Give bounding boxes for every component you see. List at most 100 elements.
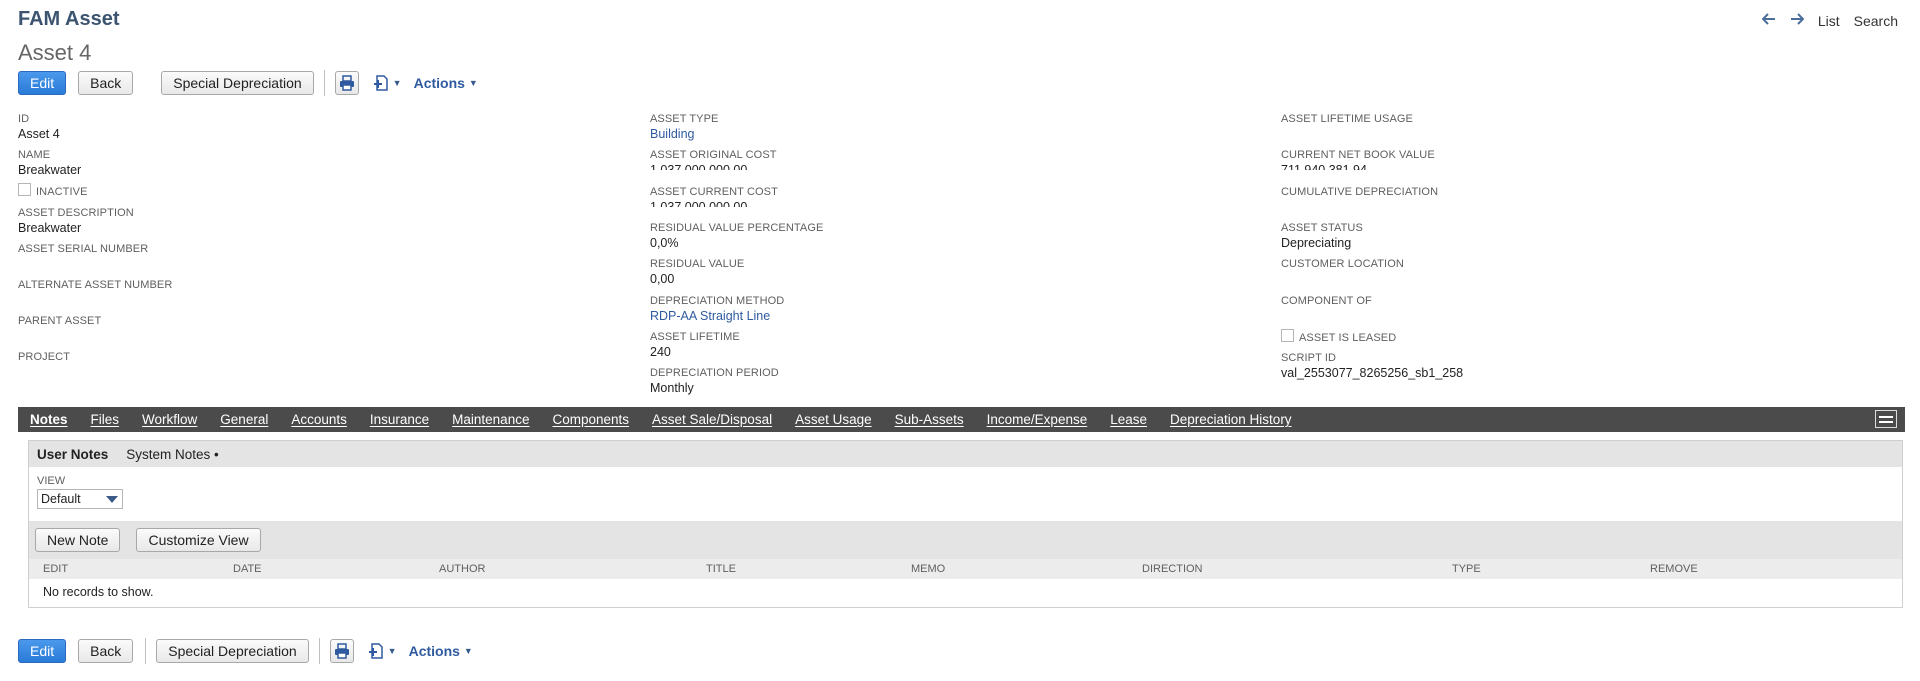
column-header-memo[interactable]: MEMO [911,563,945,575]
column-header-author[interactable]: AUTHOR [439,563,485,575]
divider [323,70,325,96]
new-record-menu[interactable]: ▼ [368,642,397,660]
field-alternate-asset-number: ALTERNATE ASSET NUMBER [18,278,172,292]
print-button[interactable] [329,639,354,663]
tab-sub-assets[interactable]: Sub-Assets [895,412,964,427]
field-label: ASSET DESCRIPTION [18,207,134,219]
view-select-value: Default [41,492,81,506]
field-label: SCRIPT ID [1281,352,1337,364]
field-asset-description: ASSET DESCRIPTION Breakwater [18,206,134,236]
record-name: Asset 4 [18,40,92,65]
actions-menu[interactable]: Actions ▼ [409,643,473,659]
back-button[interactable]: Back [78,71,134,95]
field-label: DEPRECIATION METHOD [650,295,785,307]
tab-maintenance[interactable]: Maintenance [452,412,529,427]
field-label: CURRENT NET BOOK VALUE [1281,149,1435,161]
record-type-title: FAM Asset [18,8,120,30]
new-note-button[interactable]: New Note [35,528,121,552]
chevron-down-icon: ▼ [387,646,397,656]
field-label: INACTIVE [36,186,88,198]
tab-income-expense[interactable]: Income/Expense [987,412,1088,427]
field-value: 1.037.000.000,00 [650,163,748,170]
new-record-menu[interactable]: ▼ [373,74,402,92]
column-header-edit[interactable]: EDIT [43,563,68,575]
column-header-direction[interactable]: DIRECTION [1142,563,1203,575]
field-component-of: COMPONENT OF [1281,294,1372,308]
actions-menu[interactable]: Actions ▼ [414,75,478,91]
field-asset-original-cost: ASSET ORIGINAL COST 1.037.000.000,00 [650,148,777,170]
tab-layout-icon[interactable] [1875,410,1897,428]
subtab-system-notes[interactable]: System Notes • [126,447,219,462]
chevron-down-icon: ▼ [392,78,402,88]
tab-notes[interactable]: Notes [30,412,68,427]
field-label: COMPONENT OF [1281,295,1372,307]
printer-icon [334,643,349,659]
notes-toolbar: New Note Customize View [29,521,1902,559]
field-depreciation-period: DEPRECIATION PERIOD Monthly [650,366,779,396]
column-header-remove[interactable]: REMOVE [1650,563,1698,575]
tab-accounts[interactable]: Accounts [291,412,347,427]
field-value: Breakwater [18,221,82,235]
field-residual-value-percentage: RESIDUAL VALUE PERCENTAGE 0,0% [650,221,823,251]
field-value: 711.940.381,94 [1281,163,1367,170]
special-depreciation-button[interactable]: Special Depreciation [161,71,314,95]
field-value: Depreciating [1281,236,1352,250]
field-label: PROJECT [18,351,71,363]
column-header-title[interactable]: TITLE [706,563,736,575]
field-current-net-book-value: CURRENT NET BOOK VALUE 711.940.381,94 [1281,148,1435,170]
field-value: 0,0% [650,236,679,250]
field-value: 240 [650,345,671,359]
special-depreciation-button[interactable]: Special Depreciation [156,639,309,663]
arrow-left-icon[interactable] [1761,12,1776,30]
column-header-date[interactable]: DATE [233,563,262,575]
asset-is-leased-checkbox[interactable] [1281,329,1294,342]
add-document-icon [373,75,388,91]
field-cumulative-depreciation: CUMULATIVE DEPRECIATION [1281,185,1438,199]
field-residual-value: RESIDUAL VALUE 0,00 [650,257,744,287]
tab-asset-sale-disposal[interactable]: Asset Sale/Disposal [652,412,772,427]
field-label: ASSET ORIGINAL COST [650,149,777,161]
tab-depreciation-history[interactable]: Depreciation History [1170,412,1292,427]
tab-files[interactable]: Files [91,412,120,427]
field-name: NAME Breakwater [18,148,81,178]
field-asset-lifetime: ASSET LIFETIME 240 [650,330,740,360]
view-label: VIEW [37,475,66,487]
actions-label: Actions [413,75,465,91]
field-asset-type: ASSET TYPE Building [650,112,718,142]
list-link[interactable]: List [1818,13,1840,29]
column-header-type[interactable]: TYPE [1452,563,1481,575]
tab-asset-usage[interactable]: Asset Usage [795,412,872,427]
field-value: Breakwater [18,163,82,177]
customize-view-button[interactable]: Customize View [136,528,261,552]
arrow-right-icon[interactable] [1790,12,1805,30]
field-label: RESIDUAL VALUE PERCENTAGE [650,222,824,234]
back-button[interactable]: Back [78,639,134,663]
divider [145,638,147,664]
subtab-user-notes[interactable]: User Notes [37,447,108,462]
search-link[interactable]: Search [1854,13,1898,29]
field-value: Monthly [650,381,694,395]
view-select[interactable]: Default [37,489,123,509]
tab-insurance[interactable]: Insurance [370,412,429,427]
subtab-bar: Notes Files Workflow General Accounts In… [18,407,1905,432]
field-asset-status: ASSET STATUS Depreciating [1281,221,1363,251]
field-label: CUSTOMER LOCATION [1281,258,1404,270]
field-label: CUMULATIVE DEPRECIATION [1281,186,1439,198]
field-script-id: SCRIPT ID val_2553077_8265256_sb1_258 [1281,351,1463,381]
print-button[interactable] [334,71,359,95]
field-value: 1.037.000.000,00 [650,200,748,207]
edit-button[interactable]: Edit [18,71,67,95]
field-asset-lifetime-usage: ASSET LIFETIME USAGE [1281,112,1413,126]
tab-workflow[interactable]: Workflow [142,412,197,427]
tab-general[interactable]: General [220,412,268,427]
divider [318,638,320,664]
inactive-checkbox[interactable] [18,183,31,196]
top-button-bar: Edit Back Special Depreciation ▼ Actions… [18,70,478,96]
asset-type-link[interactable]: Building [650,126,718,142]
edit-button[interactable]: Edit [18,639,67,663]
depreciation-method-link[interactable]: RDP-AA Straight Line [650,308,784,324]
notes-grid-header: EDIT DATE AUTHOR TITLE MEMO DIRECTION TY… [29,559,1902,579]
tab-components[interactable]: Components [552,412,629,427]
tab-lease[interactable]: Lease [1110,412,1147,427]
field-value: 0,00 [650,272,675,286]
